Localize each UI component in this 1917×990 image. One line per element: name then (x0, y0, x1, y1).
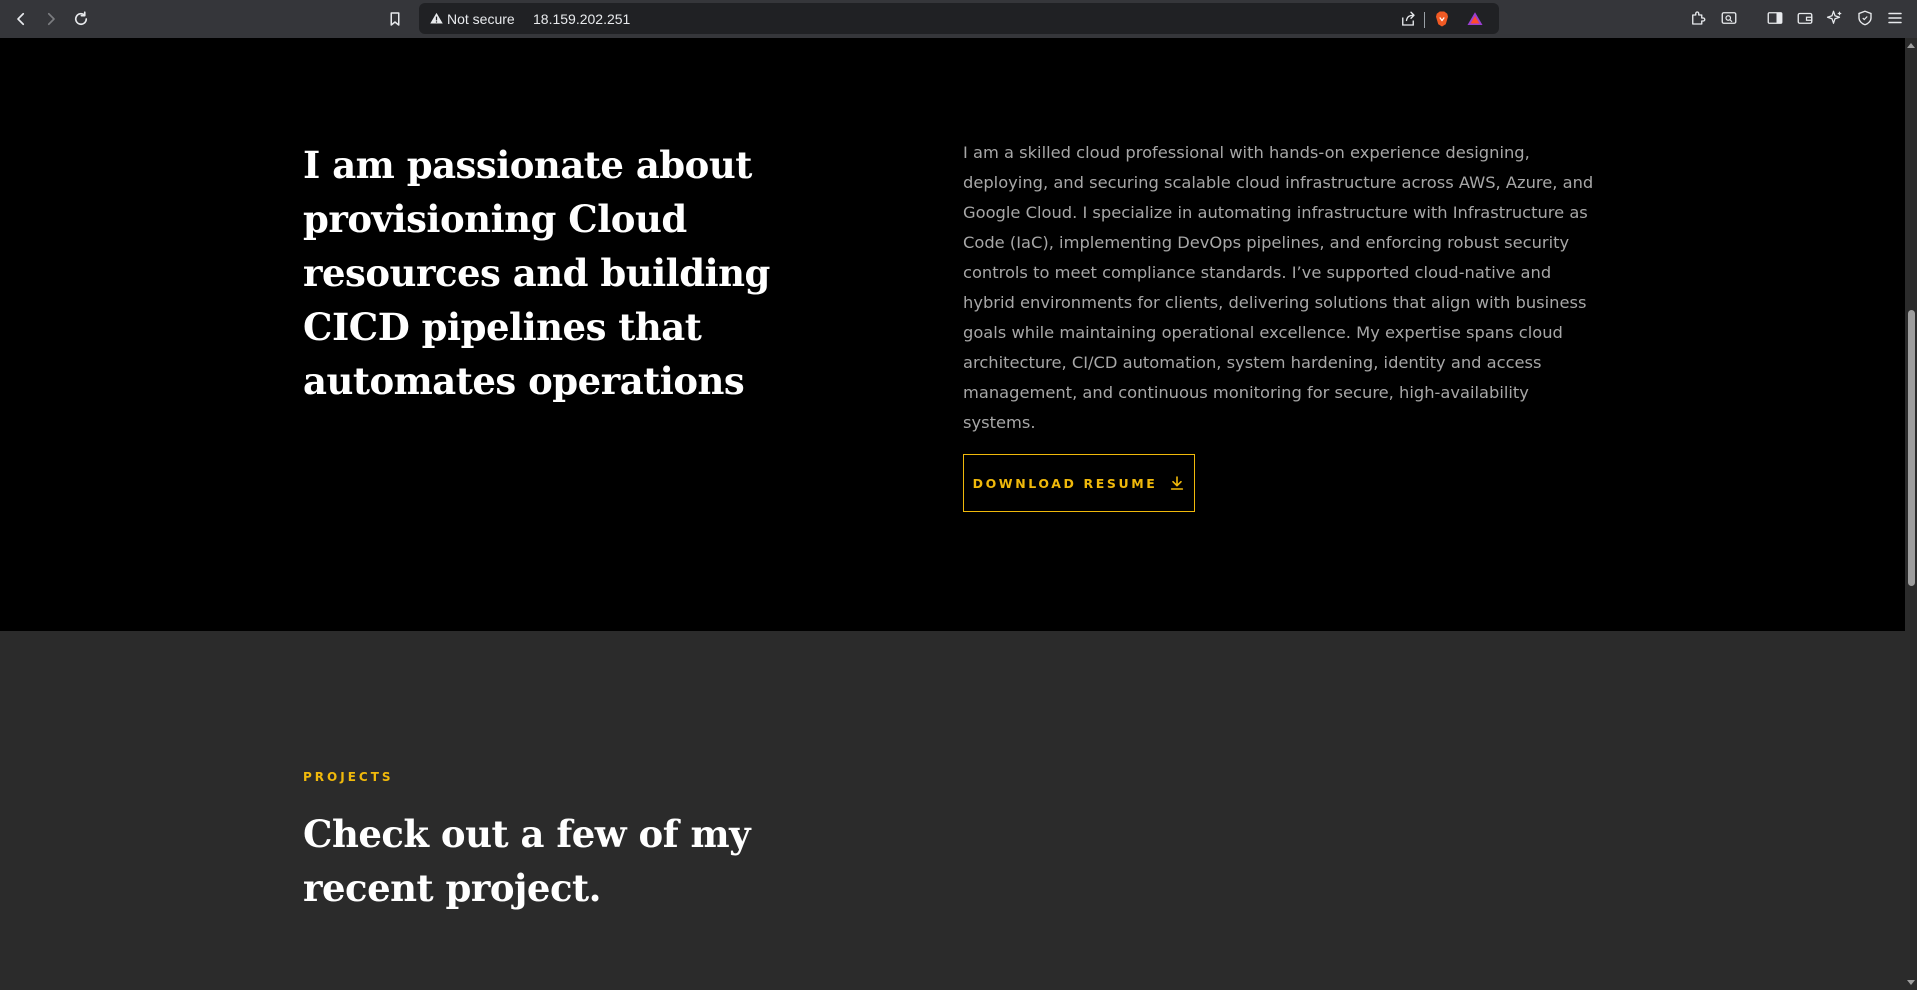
url-text[interactable]: 18.159.202.251 (533, 11, 630, 27)
download-resume-label: DOWNLOAD RESUME (972, 475, 1158, 491)
sidebar-button[interactable] (1764, 7, 1786, 29)
scroll-down-icon[interactable] (1907, 978, 1915, 986)
leo-ai-button[interactable] (1824, 7, 1846, 29)
sidebar-icon (1767, 12, 1783, 24)
projects-heading: Check out a few of my recent project. (303, 812, 751, 910)
reload-icon (74, 11, 88, 26)
menu-button[interactable] (1884, 7, 1906, 29)
brave-rewards-button[interactable] (1465, 9, 1485, 29)
projects-section: PROJECTS Check out a few of my recent pr… (0, 631, 1905, 990)
address-divider (1424, 12, 1425, 28)
window-search-icon (1721, 12, 1737, 24)
about-heading: I am passionate about provisioning Cloud… (303, 143, 770, 403)
extensions-button[interactable] (1687, 7, 1709, 29)
scroll-thumb[interactable] (1908, 310, 1915, 586)
bookmark-button[interactable] (381, 5, 409, 33)
wallet-button[interactable] (1794, 7, 1816, 29)
back-arrow-icon (17, 12, 25, 26)
about-description: I am a skilled cloud professional with h… (963, 143, 1594, 432)
shield-icon (1858, 10, 1872, 26)
address-bar[interactable]: Not secure 18.159.202.251 (419, 3, 1499, 34)
share-button[interactable] (1398, 9, 1418, 29)
brave-lion-icon (1436, 11, 1448, 27)
download-resume-button[interactable]: DOWNLOAD RESUME (963, 454, 1195, 512)
rewards-triangle-icon (1467, 12, 1483, 25)
wallet-icon (1797, 12, 1813, 24)
back-button[interactable] (7, 5, 35, 33)
page-viewport: I am passionate about provisioning Cloud… (0, 38, 1905, 990)
download-icon (1171, 476, 1184, 490)
vpn-button[interactable] (1854, 7, 1876, 29)
brave-shields-button[interactable] (1432, 9, 1452, 29)
share-icon (1402, 11, 1415, 26)
browser-toolbar: Not secure 18.159.202.251 (0, 0, 1917, 38)
bookmark-icon (390, 12, 400, 26)
sparkle-icon (1826, 10, 1842, 24)
warning-icon (430, 12, 443, 24)
forward-button[interactable] (37, 5, 65, 33)
forward-arrow-icon (47, 12, 55, 26)
projects-eyebrow: PROJECTS (303, 770, 394, 784)
security-status[interactable]: Not secure (447, 11, 515, 27)
reload-button[interactable] (67, 5, 95, 33)
about-section: I am passionate about provisioning Cloud… (0, 38, 1905, 631)
hamburger-menu-icon (1888, 12, 1902, 24)
search-panel-button[interactable] (1718, 7, 1740, 29)
puzzle-icon (1692, 11, 1706, 25)
page-scrollbar[interactable] (1905, 38, 1917, 990)
scroll-up-icon[interactable] (1907, 42, 1915, 50)
